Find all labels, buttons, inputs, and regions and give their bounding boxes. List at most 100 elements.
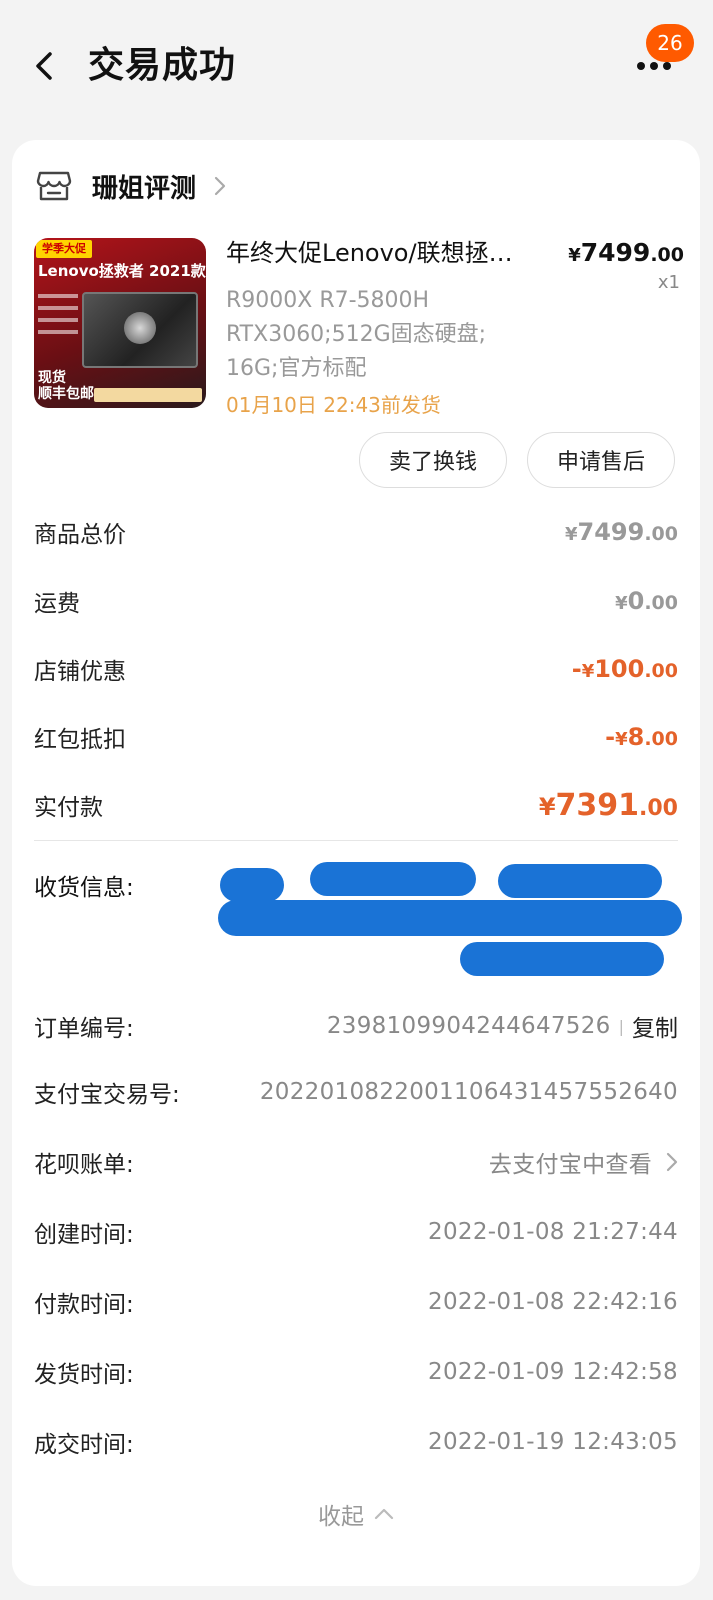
integer: 8 [627, 723, 645, 751]
copy-order-number-button[interactable]: 复制 [632, 1009, 678, 1043]
page-title: 交易成功 [88, 45, 237, 86]
subtotal-value: ¥7499.00 [565, 518, 678, 546]
amount-paid-value: ¥7391.00 [539, 788, 678, 823]
paid-time-value: 2022-01-08 22:42:16 [428, 1289, 678, 1315]
currency: ¥ [615, 593, 628, 614]
subtotal-row: 商品总价 ¥7499.00 [34, 510, 678, 554]
redaction-mark [498, 864, 662, 898]
completed-time-value: 2022-01-19 12:43:05 [428, 1429, 678, 1455]
after-sales-button[interactable]: 申请售后 [527, 432, 675, 488]
integer: 7499 [577, 518, 645, 546]
thumb-promo-tag: 学季大促 [36, 240, 92, 258]
huabei-link-text: 去支付宝中查看 [488, 1152, 652, 1178]
product-thumbnail[interactable]: 学季大促 Lenovo拯救者 2021款 现货 顺丰包邮 [34, 238, 206, 408]
ship-deadline: 01月10日 22:43前发货 [226, 393, 441, 417]
cents: .00 [639, 795, 678, 821]
thumb-stock-line2: 顺丰包邮 [38, 386, 94, 402]
thumb-stock-label: 现货 顺丰包邮 [38, 370, 94, 402]
product-spec: R9000X R7-5800H RTX3060;512G固态硬盘; 16G;官方… [226, 288, 487, 381]
price-currency: ¥ [568, 245, 581, 266]
more-dots-icon [637, 62, 645, 70]
alipay-transaction-value: 2022010822001106431457552640 [259, 1079, 678, 1105]
chevron-right-icon [666, 1152, 678, 1172]
shipped-time-row: 发货时间: 2022-01-09 12:42:58 [34, 1350, 678, 1394]
cents: .00 [644, 660, 678, 682]
cents: .00 [644, 523, 678, 545]
chevron-left-icon [36, 52, 52, 80]
shop-discount-value: -¥100.00 [572, 655, 678, 683]
redaction-mark [310, 862, 476, 896]
redaction-mark [460, 942, 664, 976]
message-count-badge[interactable]: 26 [646, 24, 694, 62]
collapse-button[interactable]: 收起 [12, 1492, 700, 1536]
shop-header[interactable]: 珊姐评测 [36, 166, 226, 206]
more-dot [663, 62, 671, 70]
thumb-promo-strip [94, 388, 202, 402]
shipping-fee-row: 运费 ¥0.00 [34, 579, 678, 623]
thumb-feature-lines [38, 294, 78, 342]
paid-time-label: 付款时间: [34, 1292, 134, 1318]
product-price: ¥7499.00 [568, 236, 684, 273]
price-integer: 7499 [580, 238, 651, 267]
order-card: 珊姐评测 学季大促 Lenovo拯救者 2021款 现货 顺丰包邮 年终大促Le… [12, 140, 700, 1586]
order-number-value-group: 2398109904244647526 | 复制 [327, 1009, 678, 1043]
chevron-up-icon [374, 1508, 394, 1520]
red-packet-row: 红包抵扣 -¥8.00 [34, 715, 678, 759]
huabei-bill-row[interactable]: 花呗账单: 去支付宝中查看 [34, 1140, 678, 1184]
amount-paid-label: 实付款 [34, 795, 103, 821]
red-packet-label: 红包抵扣 [34, 727, 126, 753]
created-time-row: 创建时间: 2022-01-08 21:27:44 [34, 1210, 678, 1254]
sign: - [571, 655, 582, 683]
integer: 0 [627, 587, 645, 615]
shop-name: 珊姐评测 [92, 173, 197, 204]
shipping-fee-value: ¥0.00 [615, 587, 678, 615]
product-quantity: x1 [657, 272, 680, 293]
created-time-value: 2022-01-08 21:27:44 [428, 1219, 678, 1245]
price-cents: .00 [650, 244, 684, 266]
subtotal-label: 商品总价 [34, 522, 126, 548]
shipping-fee-label: 运费 [34, 591, 80, 617]
order-number-value: 2398109904244647526 [326, 1013, 611, 1039]
shop-discount-label: 店铺优惠 [34, 659, 126, 685]
created-time-label: 创建时间: [34, 1222, 134, 1248]
amount-paid-row: 实付款 ¥7391.00 [34, 783, 678, 827]
back-button[interactable] [26, 44, 62, 88]
currency: ¥ [565, 524, 578, 545]
redaction-mark [220, 868, 284, 902]
top-bar: 交易成功 26 [0, 0, 713, 135]
cents: .00 [644, 592, 678, 614]
currency: ¥ [615, 729, 628, 750]
thumb-title: Lenovo拯救者 2021款 [38, 262, 206, 280]
alipay-transaction-row: 支付宝交易号: 2022010822001106431457552640 [34, 1070, 678, 1114]
sign: - [605, 723, 616, 751]
chevron-right-icon [214, 176, 226, 196]
divider [34, 840, 678, 841]
collapse-label: 收起 [318, 1504, 364, 1530]
currency: ¥ [538, 792, 556, 821]
integer: 100 [594, 655, 645, 683]
separator: | [618, 1016, 624, 1036]
shipping-info-label: 收货信息: [34, 875, 134, 901]
huabei-bill-link[interactable]: 去支付宝中查看 [489, 1145, 678, 1179]
huabei-bill-label: 花呗账单: [34, 1152, 134, 1178]
completed-time-row: 成交时间: 2022-01-19 12:43:05 [34, 1420, 678, 1464]
paid-time-row: 付款时间: 2022-01-08 22:42:16 [34, 1280, 678, 1324]
cents: .00 [644, 728, 678, 750]
completed-time-label: 成交时间: [34, 1432, 134, 1458]
order-number-row: 订单编号: 2398109904244647526 | 复制 [34, 1004, 678, 1048]
shop-discount-row: 店铺优惠 -¥100.00 [34, 647, 678, 691]
redaction-mark [218, 900, 682, 936]
more-dot [650, 62, 658, 70]
store-icon [36, 171, 72, 201]
alipay-transaction-label: 支付宝交易号: [34, 1082, 180, 1108]
integer: 7391 [555, 787, 640, 823]
shipped-time-value: 2022-01-09 12:42:58 [428, 1359, 678, 1385]
shipped-time-label: 发货时间: [34, 1362, 134, 1388]
currency: ¥ [581, 661, 595, 682]
laptop-image [82, 292, 198, 368]
order-number-label: 订单编号: [34, 1016, 134, 1042]
red-packet-value: -¥8.00 [605, 723, 678, 751]
sell-for-cash-button[interactable]: 卖了换钱 [359, 432, 507, 488]
product-title[interactable]: 年终大促Lenovo/联想拯… [226, 236, 526, 270]
thumb-stock-line1: 现货 [38, 370, 66, 386]
